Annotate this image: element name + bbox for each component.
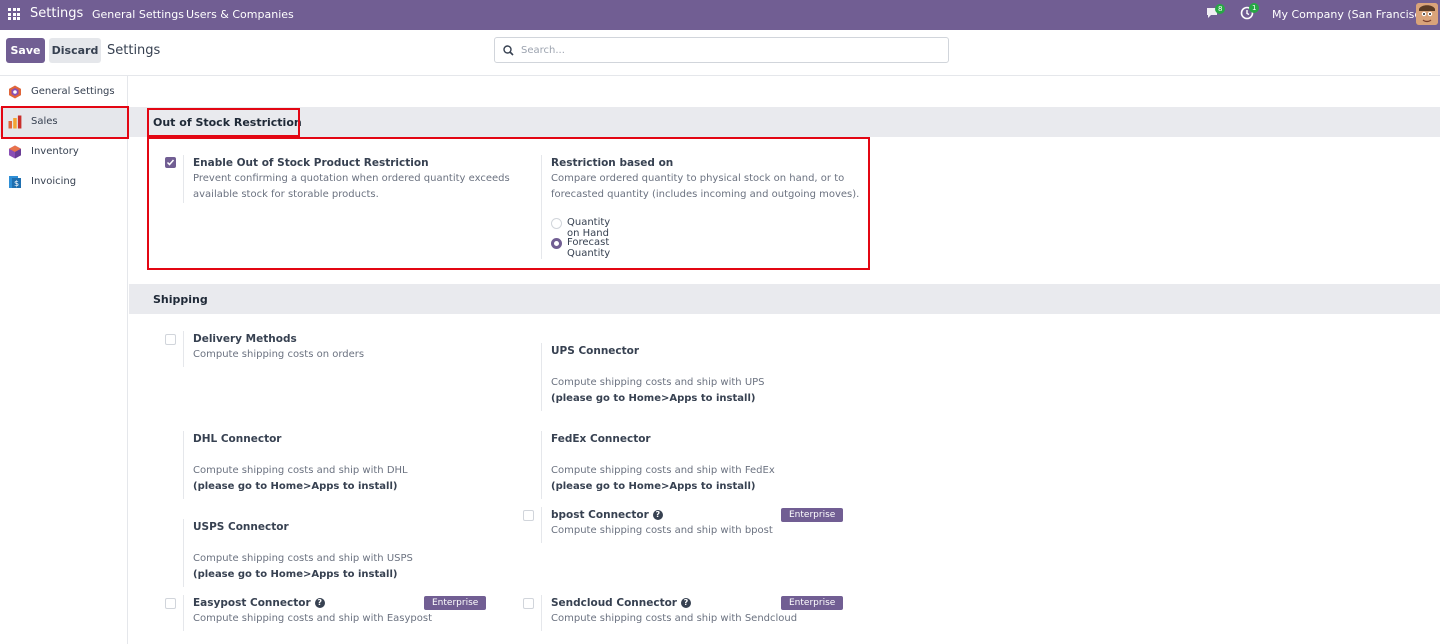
- settings-sidebar: General Settings Sales Inventory $ Invoi…: [0, 76, 128, 644]
- discard-button[interactable]: Discard: [49, 38, 101, 63]
- setting-name: USPS Connector: [193, 521, 289, 533]
- setting-name: FedEx Connector: [551, 433, 651, 445]
- radio-label: Quantity on Hand: [567, 217, 611, 239]
- setting-description: available stock for storable products.: [193, 189, 379, 200]
- setting-name: Delivery Methods: [193, 333, 297, 345]
- setting-name: Sendcloud Connector?: [551, 597, 691, 609]
- setting-description: Compute shipping costs and ship with USP…: [193, 553, 413, 564]
- section-header-shipping: Shipping: [129, 284, 1440, 314]
- install-note: (please go to Home>Apps to install): [551, 481, 756, 492]
- install-note: (please go to Home>Apps to install): [193, 481, 398, 492]
- radio-quantity-on-hand[interactable]: [551, 218, 562, 229]
- enterprise-badge: Enterprise: [424, 596, 487, 610]
- setting-description: Compare ordered quantity to physical sto…: [551, 173, 845, 184]
- save-button[interactable]: Save: [6, 38, 45, 63]
- help-icon[interactable]: ?: [652, 510, 663, 520]
- search-icon: [503, 45, 514, 56]
- odoo-settings-icon: [8, 85, 22, 99]
- setting-description: Compute shipping costs and ship with DHL: [193, 465, 408, 476]
- apps-menu-icon[interactable]: [8, 8, 20, 20]
- sidebar-item-label: Inventory: [31, 146, 79, 157]
- messages-count-badge: 8: [1215, 4, 1226, 14]
- setting-name: UPS Connector: [551, 345, 640, 357]
- sidebar-item-label: Invoicing: [31, 176, 77, 187]
- setting-description: Compute shipping costs on orders: [193, 349, 365, 360]
- svg-text:$: $: [14, 179, 19, 188]
- setting-name: DHL Connector: [193, 433, 282, 445]
- highlight-sales: [1, 106, 129, 139]
- radio-label: Forecast Quantity: [567, 237, 611, 259]
- sidebar-item-label: General Settings: [31, 86, 115, 97]
- setting-name: Restriction based on: [551, 157, 674, 169]
- enterprise-badge: Enterprise: [781, 508, 844, 522]
- setting-description: Compute shipping costs and ship with UPS: [551, 377, 765, 388]
- menu-users-companies[interactable]: Users & Companies: [186, 8, 294, 21]
- enterprise-badge: Enterprise: [781, 596, 844, 610]
- search-box[interactable]: [494, 37, 949, 63]
- invoicing-icon: $: [8, 175, 22, 189]
- easypost-checkbox[interactable]: [165, 598, 176, 609]
- control-panel: Save Discard Settings: [0, 30, 1440, 76]
- section-title: Shipping: [153, 293, 208, 306]
- setting-description: forecasted quantity (includes incoming a…: [551, 189, 860, 200]
- install-note: (please go to Home>Apps to install): [551, 393, 756, 404]
- sidebar-item-invoicing[interactable]: $ Invoicing: [0, 167, 128, 197]
- highlight-section-title: [147, 108, 300, 137]
- sidebar-item-inventory[interactable]: Inventory: [0, 137, 128, 167]
- setting-name: Enable Out of Stock Product Restriction: [193, 157, 429, 169]
- setting-description: Compute shipping costs and ship with Eas…: [193, 613, 432, 624]
- enable-restriction-checkbox[interactable]: [165, 157, 176, 168]
- setting-description: Compute shipping costs and ship with Fed…: [551, 465, 775, 476]
- page-title: Settings: [107, 43, 161, 58]
- menu-general-settings[interactable]: General Settings: [92, 8, 184, 21]
- sendcloud-checkbox[interactable]: [523, 598, 534, 609]
- company-switcher[interactable]: My Company (San Francisco): [1272, 8, 1431, 21]
- setting-name: Easypost Connector?: [193, 597, 325, 609]
- setting-description: Compute shipping costs and ship with Sen…: [551, 613, 798, 624]
- setting-description: Compute shipping costs and ship with bpo…: [551, 525, 773, 536]
- user-avatar[interactable]: [1416, 3, 1438, 25]
- top-navbar: Settings General Settings Users & Compan…: [0, 0, 1440, 30]
- setting-description: Prevent confirming a quotation when orde…: [193, 173, 510, 184]
- inventory-box-icon: [8, 145, 22, 159]
- help-icon[interactable]: ?: [681, 598, 691, 608]
- install-note: (please go to Home>Apps to install): [193, 569, 398, 580]
- activities-clock-icon[interactable]: 1: [1240, 3, 1260, 20]
- messages-icon[interactable]: 8: [1206, 4, 1226, 19]
- delivery-methods-checkbox[interactable]: [165, 334, 176, 345]
- setting-name: bpost Connector?: [551, 509, 663, 521]
- app-brand[interactable]: Settings: [30, 6, 83, 21]
- bpost-checkbox[interactable]: [523, 510, 534, 521]
- search-input[interactable]: [521, 41, 941, 59]
- help-icon[interactable]: ?: [314, 598, 325, 608]
- radio-forecast-quantity[interactable]: [551, 238, 562, 249]
- section-header-out-of-stock: Out of Stock Restriction: [129, 107, 1440, 137]
- activities-count-badge: 1: [1249, 3, 1260, 13]
- sidebar-item-general-settings[interactable]: General Settings: [0, 77, 128, 107]
